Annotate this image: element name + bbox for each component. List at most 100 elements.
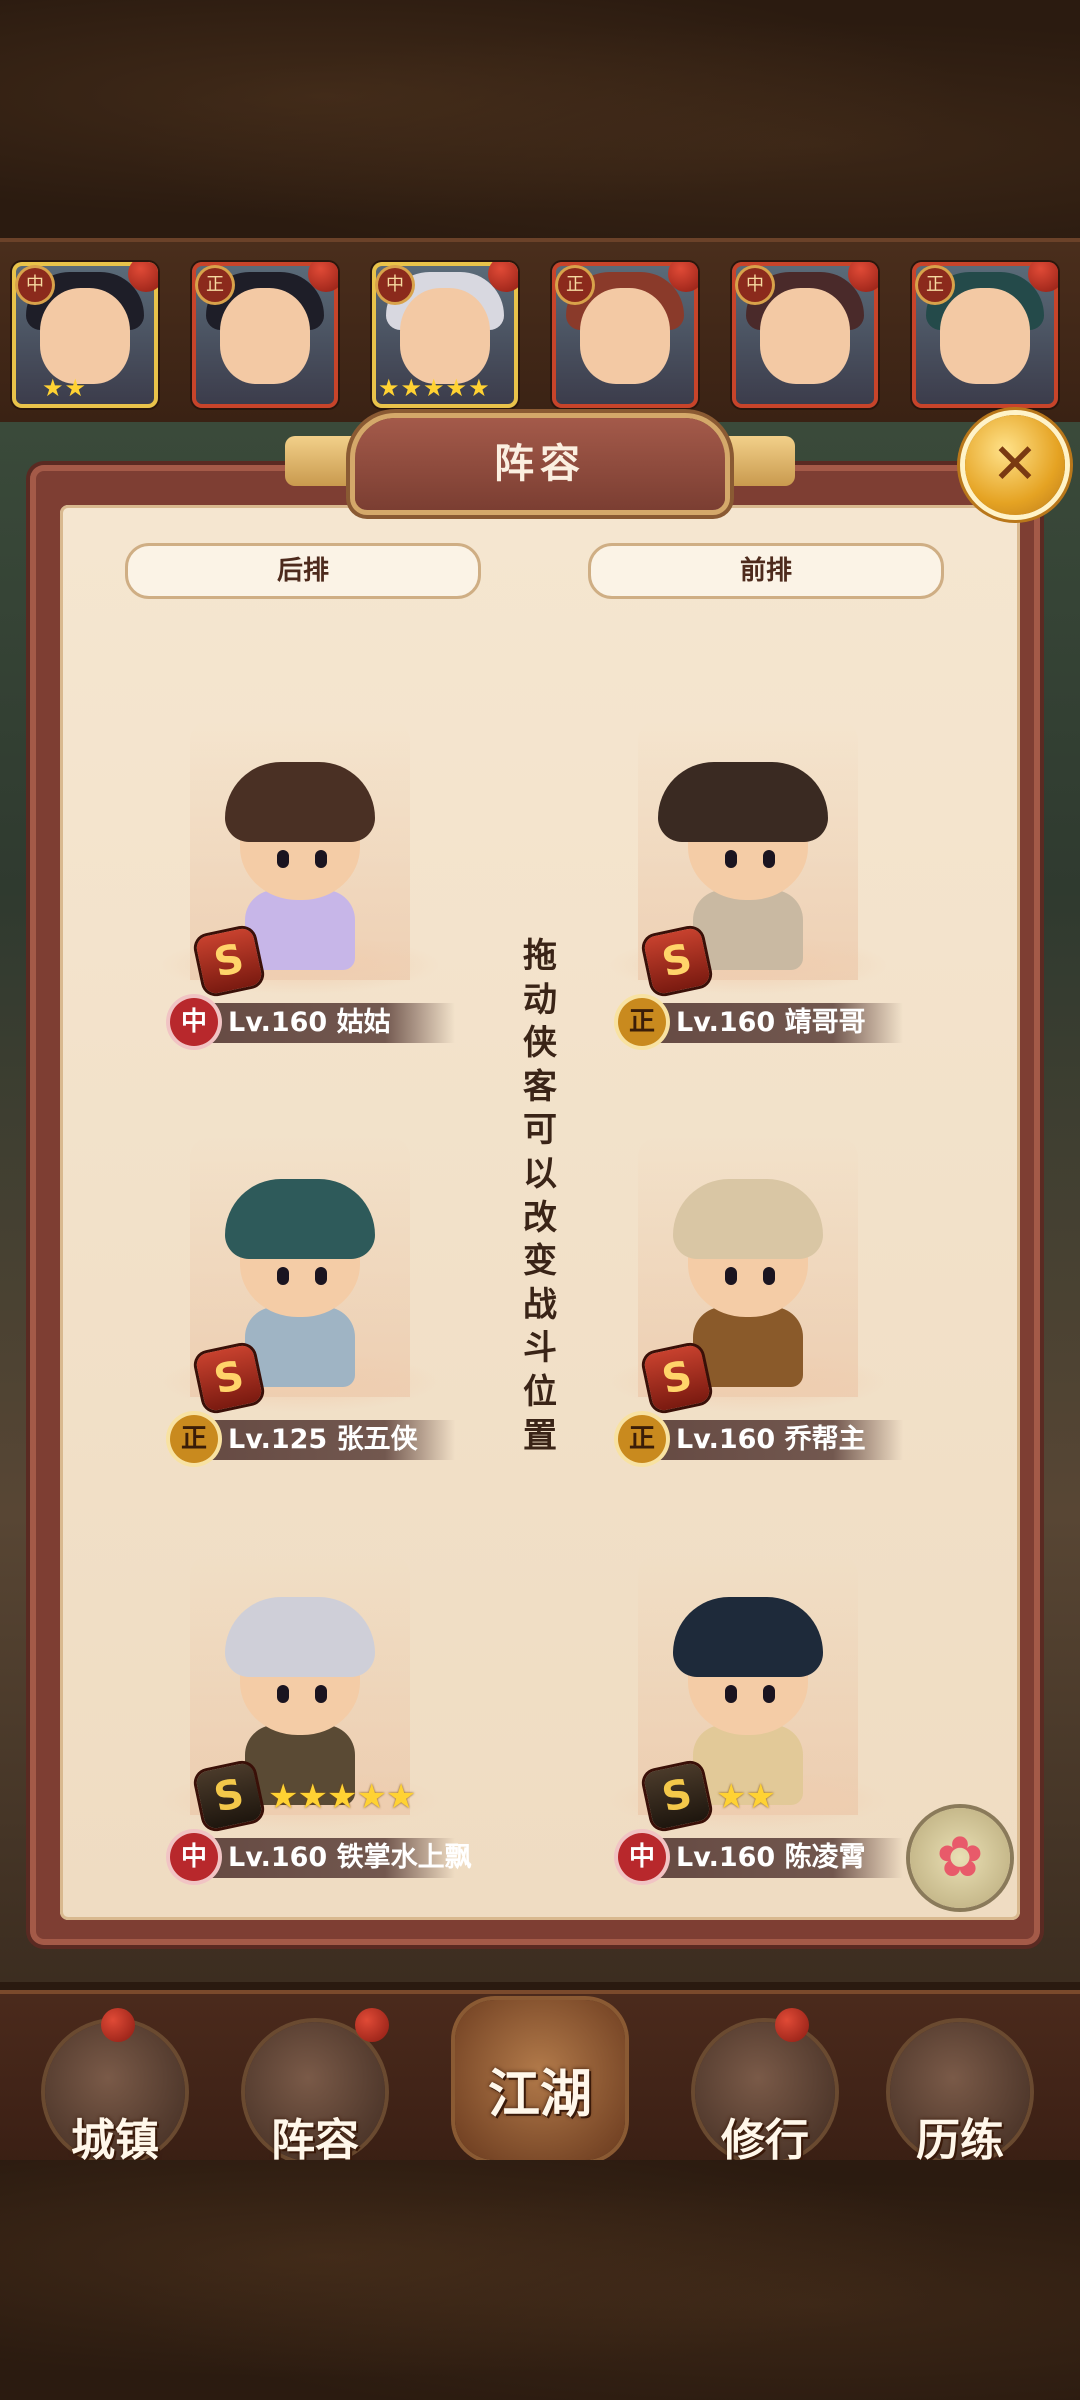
hero-body [693, 1307, 803, 1387]
hero-level: Lv.160 [228, 1842, 328, 1873]
hero-eye [315, 850, 327, 868]
nav-town[interactable]: 城镇 [45, 2008, 185, 2166]
hero-level: Lv.160 [676, 1007, 776, 1038]
hero-card-front-2[interactable]: S 正 Lv.160 乔帮主 [588, 1137, 908, 1477]
nav-training-label: 历练 [916, 2115, 1004, 2166]
roster-portrait-4[interactable]: 正 [552, 262, 698, 408]
hero-level-name: Lv.160 铁掌水上飘 [228, 1838, 472, 1878]
hero-hair [673, 1597, 823, 1677]
hero-hair [225, 1597, 375, 1677]
nav-cultivate-label: 修行 [721, 2115, 809, 2166]
hero-level-name: Lv.160 姑姑 [228, 1003, 391, 1043]
portrait-face [940, 288, 1030, 384]
close-button[interactable]: ✕ [965, 415, 1065, 515]
alignment-badge: 正 [558, 268, 592, 302]
alignment-badge: 中 [378, 268, 412, 302]
hero-card-front-3[interactable]: S ★★ 中 Lv.160 陈凌霄 [588, 1555, 908, 1895]
hero-body [245, 890, 355, 970]
hero-card-back-3[interactable]: S ★★★★★ 中 Lv.160 铁掌水上飘 [140, 1555, 472, 1895]
nav-cultivate[interactable]: 修行 [695, 2008, 835, 2166]
hero-hair [225, 1179, 375, 1259]
close-icon: ✕ [991, 432, 1039, 497]
alignment-badge: 中 [18, 268, 52, 302]
hero-level: Lv.125 [228, 1424, 328, 1455]
nav-lineup[interactable]: 阵容 [245, 2008, 389, 2166]
hero-hair [658, 762, 828, 842]
hero-eye [763, 1685, 775, 1703]
top-decorative-background [0, 0, 1080, 240]
hero-level-name: Lv.125 张五侠 [228, 1420, 418, 1460]
alignment-badge: 中 [738, 268, 772, 302]
roster-portrait-1[interactable]: 中 ★★ [12, 262, 158, 408]
rank-badge: S [194, 1343, 264, 1413]
star-rating: ★★★★★ [268, 1777, 416, 1817]
star-rating: ★★ [716, 1777, 776, 1817]
alignment-badge: 正 [618, 998, 666, 1046]
alignment-badge: 正 [618, 1415, 666, 1463]
hero-roster-strip: 中 ★★ 正 中 ★★★★★ 正 中 正 [0, 238, 1080, 426]
hero-eye [315, 1267, 327, 1285]
rank-badge: S [642, 1761, 712, 1831]
hero-hair [225, 762, 375, 842]
alignment-badge: 中 [170, 1833, 218, 1881]
hero-name: 靖哥哥 [784, 1007, 866, 1038]
nav-lineup-label: 阵容 [271, 2115, 359, 2166]
hero-name: 姑姑 [336, 1007, 391, 1038]
drag-hint-text: 拖动侠客可以改变战斗位置 [523, 936, 557, 1456]
roster-portrait-5[interactable]: 中 [732, 262, 878, 408]
star-rating: ★★★★★ [378, 374, 491, 402]
hero-card-front-1[interactable]: S 正 Lv.160 靖哥哥 [588, 720, 908, 1060]
hero-level-name: Lv.160 靖哥哥 [676, 1003, 866, 1043]
back-row-header: 后排 [125, 543, 481, 599]
flower-icon: ✿ [936, 1825, 984, 1890]
nav-jianghu-label: 江湖 [487, 2065, 592, 2125]
hero-eye [315, 1685, 327, 1703]
hero-name: 张五侠 [336, 1424, 418, 1455]
alignment-badge: 正 [170, 1415, 218, 1463]
hero-level-name: Lv.160 陈凌霄 [676, 1838, 866, 1878]
hero-eye [763, 1267, 775, 1285]
hero-name: 乔帮主 [784, 1424, 866, 1455]
alignment-badge: 中 [170, 998, 218, 1046]
hero-card-back-1[interactable]: S 中 Lv.160 姑姑 [140, 720, 460, 1060]
hero-eye [277, 1267, 289, 1285]
hero-level: Lv.160 [228, 1007, 328, 1038]
hero-eye [725, 1267, 737, 1285]
roster-portrait-6[interactable]: 正 [912, 262, 1058, 408]
roster-portrait-2[interactable]: 正 [192, 262, 338, 408]
roster-portrait-3[interactable]: 中 ★★★★★ [372, 262, 518, 408]
star-rating: ★★ [42, 374, 88, 402]
hero-level: Lv.160 [676, 1424, 776, 1455]
hero-level-name: Lv.160 乔帮主 [676, 1420, 866, 1460]
portrait-face [220, 288, 310, 384]
portrait-face [580, 288, 670, 384]
red-pin-icon [775, 2008, 809, 2042]
hero-eye [277, 850, 289, 868]
portrait-face [760, 288, 850, 384]
bottom-decorative-background [0, 2160, 1080, 2400]
rank-badge: S [642, 1343, 712, 1413]
red-pin-icon [355, 2008, 389, 2042]
nav-town-label: 城镇 [71, 2115, 159, 2166]
panel-title: 阵容 [355, 418, 725, 510]
rank-badge: S [194, 926, 264, 996]
hero-eye [277, 1685, 289, 1703]
front-row-header: 前排 [588, 543, 944, 599]
nav-training[interactable]: 历练 [890, 2022, 1030, 2166]
hero-level: Lv.160 [676, 1842, 776, 1873]
alignment-badge: 正 [918, 268, 952, 302]
alignment-badge: 中 [618, 1833, 666, 1881]
nav-jianghu[interactable]: 江湖 [455, 2000, 625, 2160]
rank-badge: S [642, 926, 712, 996]
formation-button[interactable]: ✿ [910, 1808, 1010, 1908]
hero-name: 铁掌水上飘 [336, 1842, 472, 1873]
hero-hair [673, 1179, 823, 1259]
hero-eye [763, 850, 775, 868]
portrait-face [40, 288, 130, 384]
hero-body [693, 890, 803, 970]
hero-name: 陈凌霄 [784, 1842, 866, 1873]
portrait-face [400, 288, 490, 384]
red-pin-icon [101, 2008, 135, 2042]
alignment-badge: 正 [198, 268, 232, 302]
hero-card-back-2[interactable]: S 正 Lv.125 张五侠 [140, 1137, 460, 1477]
